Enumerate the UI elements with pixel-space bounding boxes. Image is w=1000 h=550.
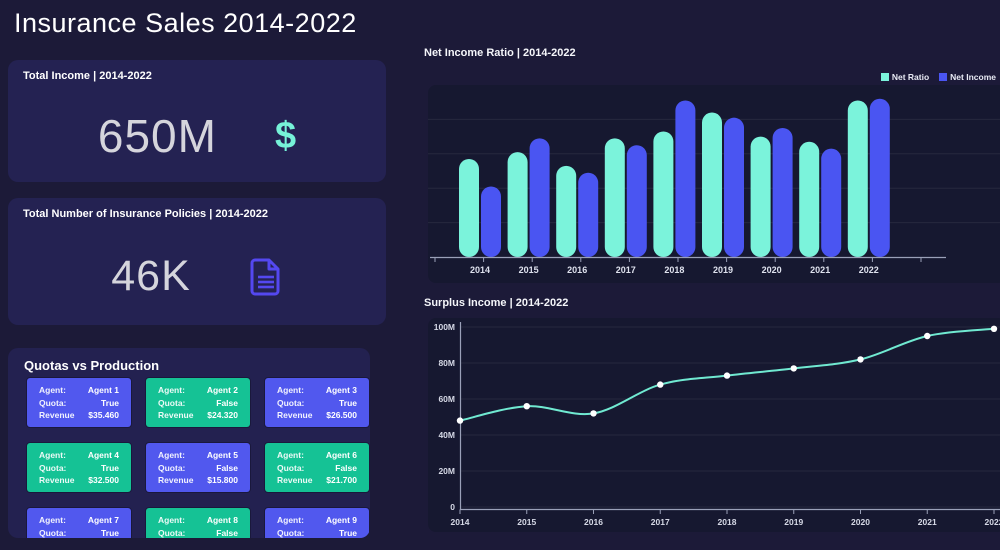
agent-row: Quota:True (277, 398, 357, 408)
svg-text:2015: 2015 (519, 265, 539, 275)
agent-row: Agent:Agent 3 (277, 385, 357, 395)
agent-card: Agent:Agent 5 Quota:False Revenue$15.800 (146, 443, 250, 492)
kpi-total-income-value: 650M (98, 109, 217, 163)
agent-row: Quota:False (158, 528, 238, 538)
agent-row: Quota:False (158, 398, 238, 408)
agent-row: Revenue$15.800 (158, 475, 238, 485)
agent-card: Agent:Agent 7Quota:TrueRevenue (27, 508, 131, 538)
svg-text:2022: 2022 (985, 517, 1000, 527)
agent-row: Revenue$26.500 (277, 410, 357, 420)
agent-row: Quota:True (39, 463, 119, 473)
svg-text:0: 0 (450, 502, 455, 512)
agent-card: Agent:Agent 3 Quota:True Revenue$26.500 (265, 378, 369, 427)
kpi-policies-label: Total Number of Insurance Policies | 201… (23, 208, 268, 220)
legend-item-net-ratio[interactable]: Net Ratio (881, 72, 929, 82)
quotas-title: Quotas vs Production (24, 358, 159, 373)
agent-row: Agent:Agent 9 (277, 515, 357, 525)
agent-row: Agent:Agent 5 (158, 450, 238, 460)
svg-text:2020: 2020 (851, 517, 870, 527)
agent-row: Agent:Agent 4 (39, 450, 119, 460)
agent-row: Revenue$21.700 (277, 475, 357, 485)
document-icon (249, 258, 283, 296)
svg-text:2015: 2015 (517, 517, 536, 527)
bar-chart-title: Net Income Ratio | 2014-2022 (424, 47, 576, 59)
quotas-panel: Quotas vs Production Agent:Agent 1 Quota:… (8, 348, 370, 538)
agent-row: Revenue$24.320 (158, 410, 238, 420)
svg-text:2019: 2019 (713, 265, 733, 275)
dollar-icon: $ (275, 115, 296, 158)
bar-chart-svg: 2014 2015 2016 2017 2018 2019 2020 2021 2022 (428, 85, 1000, 283)
agent-row: Agent:Agent 7 (39, 515, 119, 525)
agent-grid: Agent:Agent 1Quota:TrueRevenue$35.460Age… (27, 378, 369, 538)
svg-text:80M: 80M (438, 358, 455, 368)
svg-text:2017: 2017 (616, 265, 636, 275)
agent-row: Agent:Agent 2 (158, 385, 238, 395)
agent-row: Agent:Agent 1 (39, 385, 119, 395)
chart-legend: Net Ratio Net Income (881, 72, 996, 82)
svg-text:2017: 2017 (651, 517, 670, 527)
svg-text:40M: 40M (438, 430, 455, 440)
agent-card: Agent:Agent 6 Quota:False Revenue$21.700 (265, 443, 369, 492)
svg-text:2018: 2018 (718, 517, 737, 527)
svg-text:2014: 2014 (470, 265, 490, 275)
svg-text:2021: 2021 (810, 265, 830, 275)
kpi-policies-card: Total Number of Insurance Policies | 201… (8, 198, 386, 325)
agent-row: Quota:False (277, 463, 357, 473)
kpi-policies-value: 46K (111, 252, 191, 301)
legend-label-net-income: Net Income (950, 72, 996, 82)
svg-text:20M: 20M (438, 466, 455, 476)
kpi-total-income-card: Total Income | 2014-2022 650M $ (8, 60, 386, 182)
svg-text:2020: 2020 (762, 265, 782, 275)
bar-chart-panel: 2014 2015 2016 2017 2018 2019 2020 2021 2022 (428, 85, 1000, 283)
net-income-swatch-icon (939, 73, 947, 81)
dashboard: Insurance Sales 2014-2022 Total Income |… (0, 0, 1000, 550)
svg-text:2018: 2018 (664, 265, 684, 275)
legend-item-net-income[interactable]: Net Income (939, 72, 996, 82)
agent-row: Quota:True (39, 398, 119, 408)
svg-text:2021: 2021 (918, 517, 937, 527)
agent-card: Agent:Agent 9Quota:TrueRevenue (265, 508, 369, 538)
svg-text:2022: 2022 (859, 265, 879, 275)
svg-text:2016: 2016 (584, 517, 603, 527)
agent-card: Agent:Agent 1 Quota:True Revenue$35.460 (27, 378, 131, 427)
page-title: Insurance Sales 2014-2022 (14, 8, 357, 39)
line-chart-title: Surplus Income | 2014-2022 (424, 297, 568, 309)
line-chart-svg: 100M 80M 60M 40M 20M 0 2014 2015 2016 2017 2018 201… (428, 318, 1000, 532)
agent-row: Quota:True (277, 528, 357, 538)
agent-row: Revenue$35.460 (39, 410, 119, 420)
agent-row: Revenue$32.500 (39, 475, 119, 485)
kpi-total-income-label: Total Income | 2014-2022 (23, 70, 152, 82)
svg-text:100M: 100M (434, 322, 455, 332)
agent-row: Quota:True (39, 528, 119, 538)
agent-card: Agent:Agent 4 Quota:True Revenue$32.500 (27, 443, 131, 492)
legend-label-net-ratio: Net Ratio (892, 72, 929, 82)
svg-text:2016: 2016 (567, 265, 587, 275)
agent-card: Agent:Agent 2 Quota:False Revenue$24.320 (146, 378, 250, 427)
svg-text:60M: 60M (438, 394, 455, 404)
agent-row: Agent:Agent 6 (277, 450, 357, 460)
agent-card: Agent:Agent 8Quota:FalseRevenue (146, 508, 250, 538)
line-chart-panel: 100M 80M 60M 40M 20M 0 2014 2015 2016 2017 2018 201… (428, 318, 1000, 532)
net-ratio-swatch-icon (881, 73, 889, 81)
agent-row: Agent:Agent 8 (158, 515, 238, 525)
svg-text:2019: 2019 (784, 517, 803, 527)
agent-row: Quota:False (158, 463, 238, 473)
svg-text:2014: 2014 (451, 517, 470, 527)
